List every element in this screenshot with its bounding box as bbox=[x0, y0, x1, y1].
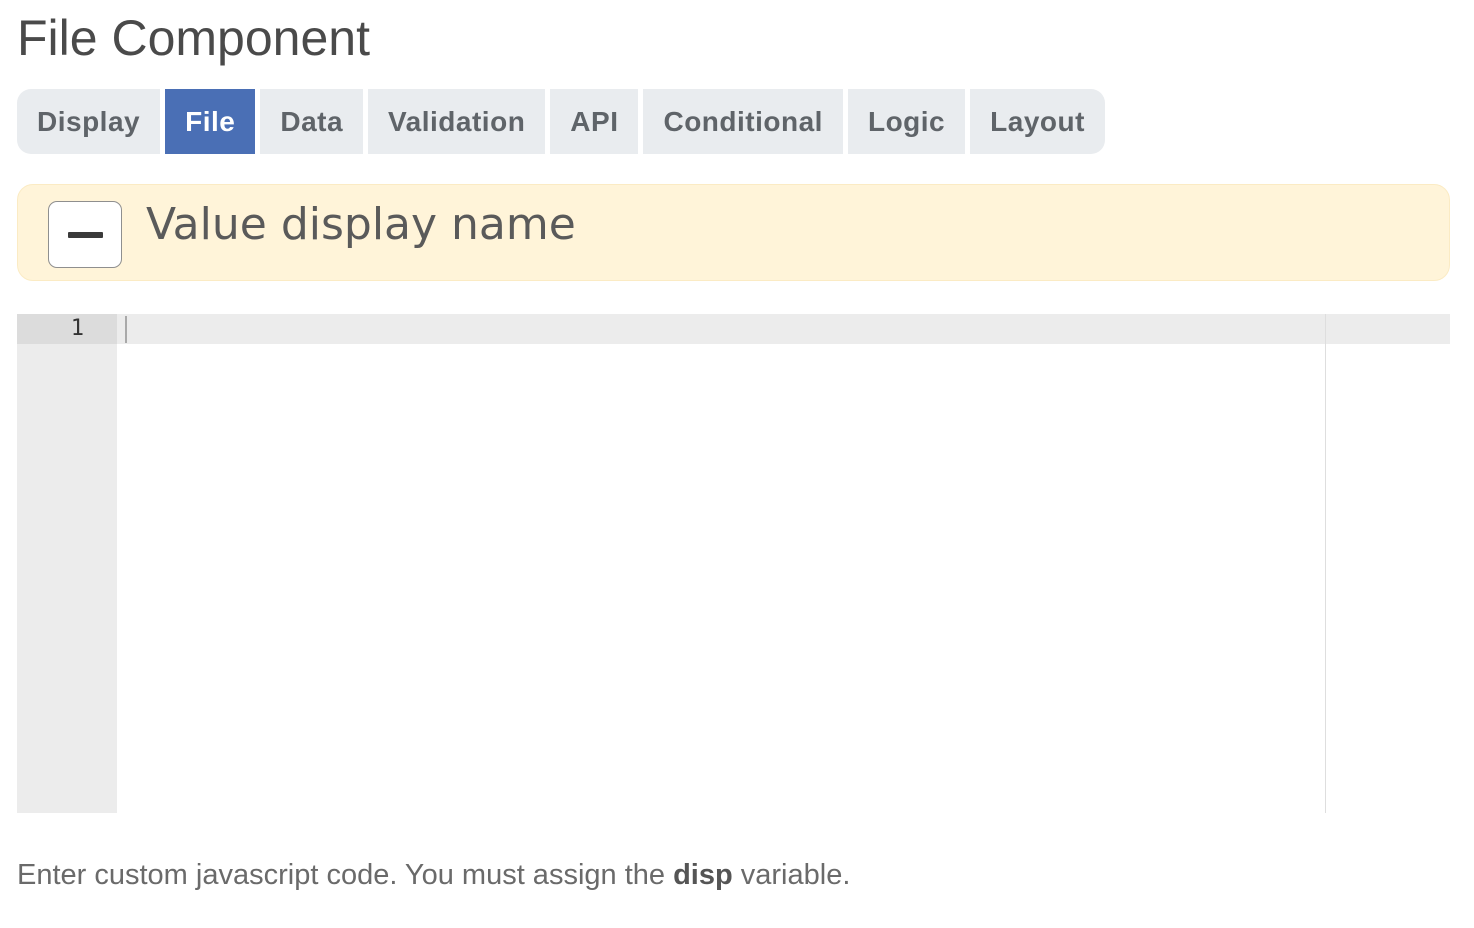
print-margin bbox=[1325, 314, 1326, 813]
tab-label: File bbox=[185, 105, 236, 137]
tab-label: Display bbox=[37, 105, 141, 137]
gutter-active-line: 1 bbox=[17, 314, 117, 344]
tab-validation[interactable]: Validation bbox=[368, 89, 546, 154]
tab-label: API bbox=[570, 105, 619, 137]
help-text-keyword: disp bbox=[673, 859, 733, 891]
code-editor[interactable]: 1 bbox=[17, 314, 1450, 813]
minus-icon bbox=[67, 231, 103, 238]
file-component-editor: File Component Display File Data Validat… bbox=[0, 0, 1474, 928]
tab-logic[interactable]: Logic bbox=[847, 89, 966, 154]
tab-label: Logic bbox=[867, 105, 946, 137]
panel-title: Value display name bbox=[146, 199, 576, 250]
tab-label: Validation bbox=[388, 105, 526, 137]
tab-layout[interactable]: Layout bbox=[970, 89, 1105, 154]
line-number: 1 bbox=[70, 316, 84, 341]
value-display-panel-header: Value display name bbox=[17, 184, 1450, 281]
tab-data[interactable]: Data bbox=[260, 89, 364, 154]
active-line-highlight bbox=[117, 314, 1450, 344]
help-text-prefix: Enter custom javascript code. You must a… bbox=[17, 859, 674, 891]
tab-label: Layout bbox=[990, 105, 1085, 137]
tab-label: Conditional bbox=[663, 105, 823, 137]
tab-label: Data bbox=[280, 105, 344, 137]
help-text-suffix: variable. bbox=[732, 859, 851, 891]
tab-api[interactable]: API bbox=[550, 89, 639, 154]
page-title: File Component bbox=[17, 10, 370, 66]
help-text: Enter custom javascript code. You must a… bbox=[17, 855, 850, 895]
editor-gutter: 1 bbox=[17, 314, 117, 813]
collapse-button[interactable] bbox=[48, 201, 122, 268]
tab-file[interactable]: File bbox=[165, 89, 256, 154]
tab-display[interactable]: Display bbox=[17, 89, 161, 154]
text-cursor bbox=[125, 316, 127, 343]
tab-conditional[interactable]: Conditional bbox=[643, 89, 843, 154]
tab-bar: Display File Data Validation API Conditi… bbox=[17, 89, 1105, 154]
